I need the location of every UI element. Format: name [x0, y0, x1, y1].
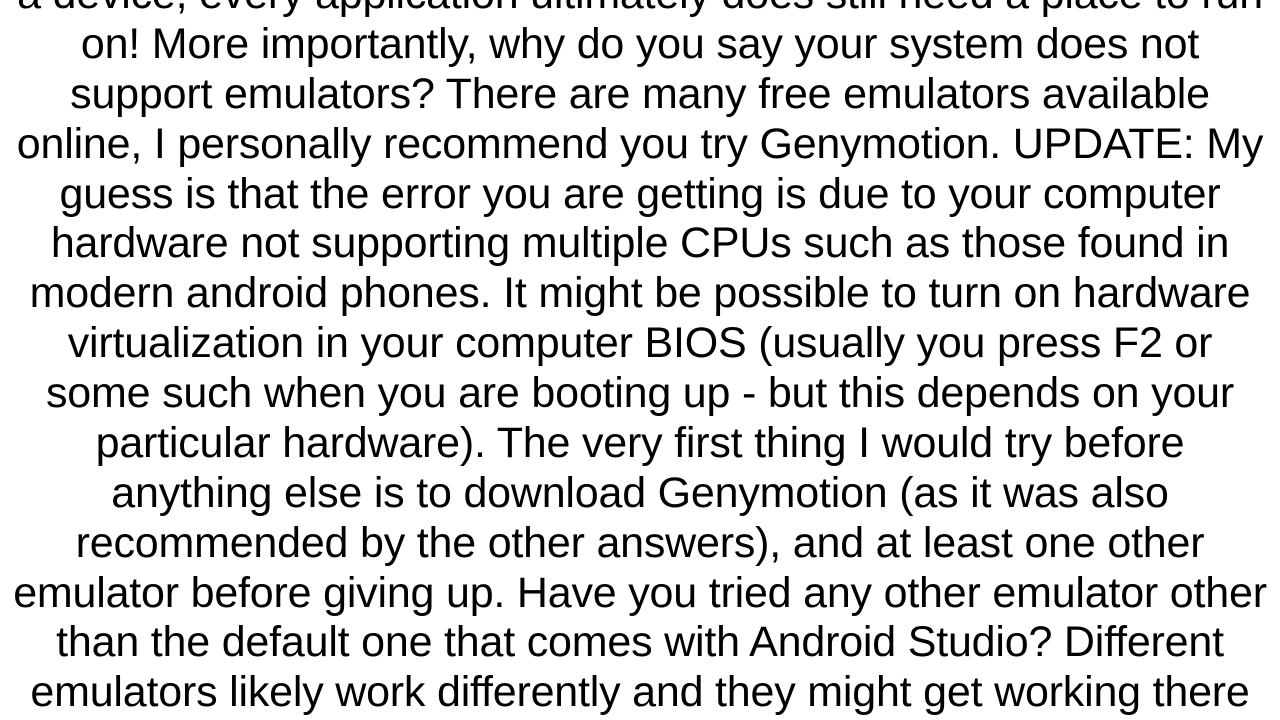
answer-body-text: a device, every application ultimately d… — [10, 0, 1270, 718]
